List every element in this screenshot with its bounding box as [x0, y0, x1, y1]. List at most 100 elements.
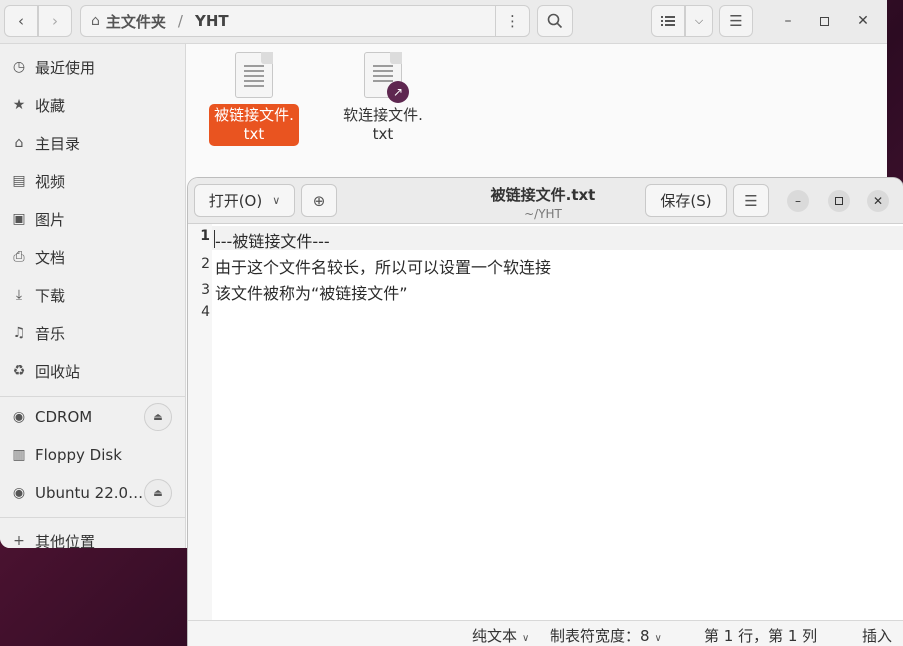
text-line[interactable]: 由于这个文件名较长，所以可以设置一个软连接	[215, 254, 551, 278]
sidebar-item-label: 主目录	[35, 134, 81, 153]
text-line[interactable]: ---被链接文件---	[215, 228, 330, 252]
vertical-dots-icon: ⋮	[505, 12, 520, 30]
sidebar-item-label: Floppy Disk	[35, 446, 122, 464]
cursor-position[interactable]: 第 1 行，第 1 列	[704, 625, 817, 646]
close-button[interactable]: ✕	[867, 190, 889, 212]
new-tab-icon: ⊕	[312, 191, 326, 210]
breadcrumb-separator: /	[177, 12, 183, 30]
sidebar-item-ubuntu[interactable]: ◉ Ubuntu 22.0… ⏏	[0, 474, 186, 512]
minimize-button[interactable]: –	[777, 10, 799, 32]
chevron-right-icon: ›	[52, 12, 58, 30]
open-button-label: 打开(O)	[208, 192, 263, 210]
sidebar-item-label: 文档	[35, 248, 66, 267]
sidebar-item-pictures[interactable]: ▣ 图片	[0, 200, 186, 238]
minimize-icon: –	[795, 194, 801, 208]
editor-menu-button[interactable]: ☰	[733, 184, 769, 217]
status-bar: 纯文本 ∨ 制表符宽度：8 ∨ 第 1 行，第 1 列 插入	[188, 620, 903, 646]
eject-icon: ⏏	[153, 411, 163, 423]
language-selector[interactable]: 纯文本 ∨	[472, 625, 529, 646]
sidebar-item-label: 最近使用	[35, 58, 96, 77]
text-file-icon	[235, 52, 273, 98]
document-title: 被链接文件.txt	[490, 186, 596, 204]
line-number: 4	[201, 304, 210, 320]
plus-icon: +	[13, 533, 25, 548]
minimize-button[interactable]: –	[787, 190, 809, 212]
line-number: 3	[201, 282, 210, 298]
forward-button[interactable]: ›	[38, 5, 72, 37]
chevron-left-icon: ‹	[18, 12, 24, 30]
download-icon: ⤓	[15, 287, 23, 303]
sidebar-item-trash[interactable]: ♻ 回收站	[0, 352, 186, 390]
close-icon: ✕	[857, 13, 869, 29]
trash-icon: ♻	[12, 363, 26, 379]
sidebar-item-label: 音乐	[35, 324, 66, 343]
sidebar-item-label: 其他位置	[35, 532, 96, 549]
sidebar-item-videos[interactable]: ▤ 视频	[0, 162, 186, 200]
file-manager-header: ‹ › ⌂ 主文件夹 / YHT ⋮ ⌵ ☰ – ✕	[0, 0, 887, 44]
chevron-down-icon: ∨	[522, 633, 530, 644]
sidebar-item-cdrom[interactable]: ◉ CDROM ⏏	[0, 398, 186, 436]
chevron-down-icon: ∨	[272, 194, 281, 207]
sidebar-item-label: 收藏	[35, 96, 66, 115]
language-label: 纯文本	[472, 627, 518, 645]
symlink-arrow-icon: ↗	[387, 81, 409, 103]
eject-button[interactable]: ⏏	[144, 403, 172, 431]
cursor-position-label: 第 1 行，第 1 列	[704, 627, 818, 645]
maximize-button[interactable]	[813, 10, 835, 32]
text-editor-window: 打开(O) ∨ ⊕ 被链接文件.txt ~/YHT 保存(S) ☰ – ✕ 1 …	[188, 178, 903, 646]
sidebar-item-label: 视频	[35, 172, 66, 191]
sidebar-item-downloads[interactable]: ⤓ 下载	[0, 276, 186, 314]
breadcrumb-home[interactable]: 主文件夹	[106, 11, 166, 32]
text-file-icon: ↗	[364, 52, 409, 103]
file-item[interactable]: 被链接文件. txt	[209, 52, 299, 146]
list-view-button[interactable]	[651, 5, 685, 37]
sidebar-item-home[interactable]: ⌂ 主目录	[0, 124, 186, 162]
file-item[interactable]: ↗ 软连接文件. txt	[338, 52, 428, 146]
eject-button[interactable]: ⏏	[144, 479, 172, 507]
file-name-line: 被链接文件.	[214, 106, 294, 124]
save-button[interactable]: 保存(S)	[645, 184, 727, 217]
list-icon	[661, 16, 675, 26]
breadcrumb-current[interactable]: YHT	[195, 12, 229, 30]
hamburger-icon: ☰	[729, 12, 743, 30]
sidebar-item-label: 下载	[35, 286, 66, 305]
disc-icon: ◉	[12, 409, 26, 425]
home-icon: ⌂	[14, 135, 24, 151]
sidebar-item-floppy[interactable]: ▥ Floppy Disk	[0, 436, 186, 474]
sidebar-item-recent[interactable]: ◷ 最近使用	[0, 48, 186, 86]
maximize-button[interactable]	[828, 190, 850, 212]
close-icon: ✕	[872, 194, 884, 208]
main-menu-button[interactable]: ☰	[719, 5, 753, 37]
sidebar-item-other-locations[interactable]: + 其他位置	[0, 522, 186, 549]
back-button[interactable]: ‹	[4, 5, 38, 37]
maximize-icon	[819, 16, 829, 26]
tab-width-label: 制表符宽度：8	[550, 627, 650, 645]
view-options-button[interactable]: ⌵	[685, 5, 713, 37]
minimize-icon: –	[784, 13, 792, 29]
line-number: 2	[201, 256, 210, 272]
insert-mode[interactable]: 插入	[862, 625, 892, 646]
search-button[interactable]	[537, 5, 573, 37]
open-button[interactable]: 打开(O) ∨	[194, 184, 295, 217]
path-bar[interactable]: ⌂ 主文件夹 / YHT ⋮	[80, 5, 530, 37]
sidebar-item-music[interactable]: ♫ 音乐	[0, 314, 186, 352]
chevron-down-icon: ∨	[654, 633, 662, 644]
sidebar-item-documents[interactable]: ⎙ 文档	[0, 238, 186, 276]
line-number: 1	[200, 228, 210, 244]
close-button[interactable]: ✕	[852, 10, 874, 32]
path-menu-button[interactable]: ⋮	[495, 6, 529, 36]
film-icon: ▤	[12, 173, 26, 189]
eject-icon: ⏏	[153, 487, 163, 499]
text-caret	[214, 230, 215, 248]
sidebar-item-label: 图片	[35, 210, 66, 229]
star-icon: ★	[12, 97, 26, 113]
hamburger-icon: ☰	[744, 191, 758, 210]
insert-mode-label: 插入	[862, 627, 893, 645]
text-line[interactable]: 该文件被称为“被链接文件”	[215, 280, 408, 304]
sidebar-item-label: 回收站	[35, 362, 81, 381]
sidebar-item-starred[interactable]: ★ 收藏	[0, 86, 186, 124]
new-tab-button[interactable]: ⊕	[301, 184, 337, 217]
music-icon: ♫	[12, 325, 26, 341]
file-name-line: txt	[372, 125, 394, 143]
tab-width-selector[interactable]: 制表符宽度：8 ∨	[550, 625, 662, 646]
